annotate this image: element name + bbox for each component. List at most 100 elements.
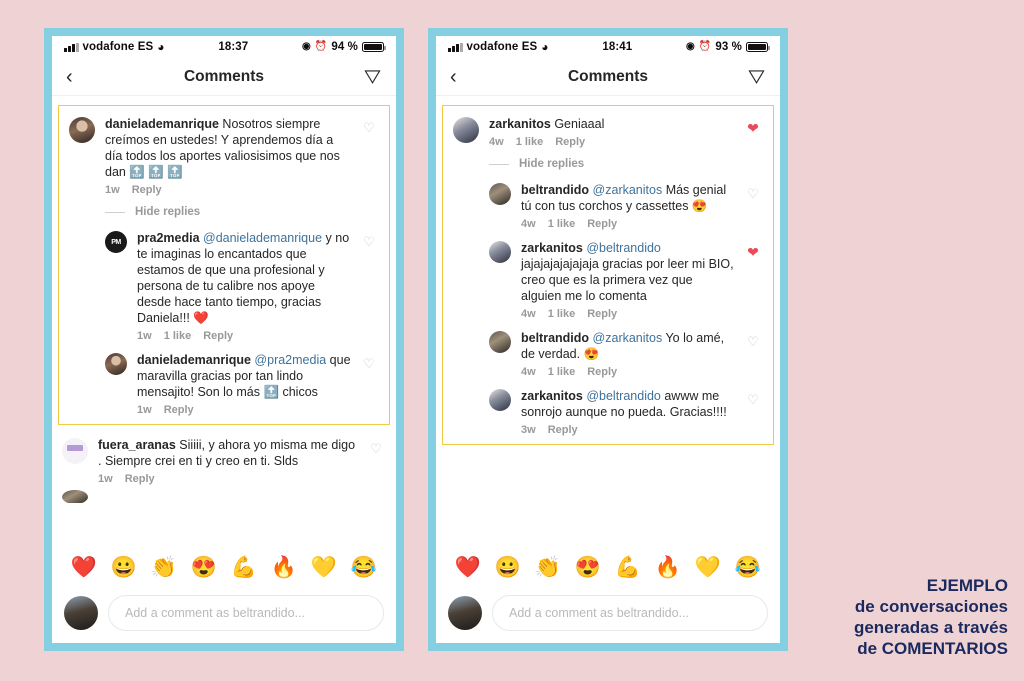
- comment-reply-button[interactable]: Reply: [164, 404, 194, 416]
- avatar[interactable]: [489, 389, 511, 411]
- hide-replies-label[interactable]: Hide replies: [135, 206, 200, 218]
- like-column[interactable]: ♡: [743, 388, 763, 406]
- avatar[interactable]: [489, 331, 511, 353]
- comment-reply-button[interactable]: Reply: [132, 184, 162, 196]
- hide-replies-toggle[interactable]: Hide replies: [443, 152, 773, 176]
- comment-mention[interactable]: @zarkanitos: [593, 331, 663, 345]
- comment-reply-button[interactable]: Reply: [587, 366, 617, 378]
- emoji-clapping-hands-icon[interactable]: 👏: [151, 556, 177, 580]
- chevron-left-icon[interactable]: ‹: [66, 67, 90, 87]
- comment-like-count[interactable]: 1 like: [548, 308, 576, 320]
- comment-mention[interactable]: @beltrandido: [586, 241, 661, 255]
- emoji-clapping-hands-icon[interactable]: 👏: [535, 556, 561, 580]
- comment-username[interactable]: danielademanrique: [137, 353, 251, 367]
- heart-outline-icon[interactable]: ♡: [747, 335, 759, 348]
- comment-item[interactable]: danielademanrique @pra2media que maravil…: [59, 346, 389, 420]
- heart-outline-icon[interactable]: ♡: [363, 235, 375, 248]
- emoji-heart-eyes-icon[interactable]: 😍: [575, 556, 601, 580]
- comment-username[interactable]: pra2media: [137, 231, 200, 245]
- avatar[interactable]: [62, 438, 88, 464]
- hide-replies-label[interactable]: Hide replies: [519, 158, 584, 170]
- heart-outline-icon[interactable]: ♡: [747, 393, 759, 406]
- comment-like-count[interactable]: 1 like: [548, 366, 576, 378]
- caption-line-2: de conversaciones: [854, 597, 1008, 616]
- comments-list[interactable]: danielademanrique Nosotros siempre creím…: [52, 96, 396, 547]
- comment-username[interactable]: danielademanrique: [105, 117, 219, 131]
- like-column[interactable]: ♡: [359, 116, 379, 134]
- comment-item[interactable]: zarkanitos @beltrandido awww me sonrojo …: [443, 382, 773, 440]
- avatar[interactable]: [489, 241, 511, 263]
- emoji-fire-icon[interactable]: 🔥: [655, 556, 681, 580]
- comment-item[interactable]: beltrandido @zarkanitos Yo lo amé, de ve…: [443, 324, 773, 382]
- quick-emoji-bar[interactable]: ❤️ 😀 👏 😍 💪 🔥 💛 😂: [436, 547, 780, 589]
- emoji-yellow-heart-icon[interactable]: 💛: [695, 556, 721, 580]
- comment-mention[interactable]: @danielademanrique: [203, 231, 322, 245]
- heart-outline-icon[interactable]: ♡: [363, 121, 375, 134]
- heart-outline-icon[interactable]: ♡: [747, 187, 759, 200]
- emoji-red-heart-icon[interactable]: ❤️: [71, 556, 97, 580]
- chevron-left-icon[interactable]: ‹: [450, 67, 474, 87]
- comment-like-count[interactable]: 1 like: [164, 330, 192, 342]
- heart-filled-icon[interactable]: ❤: [747, 245, 759, 259]
- comment-input[interactable]: Add a comment as beltrandido...: [108, 595, 384, 631]
- avatar[interactable]: [62, 490, 88, 503]
- avatar[interactable]: [69, 117, 95, 143]
- comment-reply-button[interactable]: Reply: [548, 424, 578, 436]
- like-column[interactable]: ❤: [743, 240, 763, 259]
- partially-visible-comment[interactable]: [52, 489, 396, 503]
- avatar[interactable]: [105, 231, 127, 253]
- emoji-grinning-face-icon[interactable]: 😀: [495, 556, 521, 580]
- comment-like-count[interactable]: 1 like: [516, 136, 544, 148]
- like-column[interactable]: ♡: [743, 330, 763, 348]
- emoji-red-heart-icon[interactable]: ❤️: [455, 556, 481, 580]
- comment-item[interactable]: beltrandido @zarkanitos Más genial tú co…: [443, 176, 773, 234]
- like-column[interactable]: ♡: [359, 230, 379, 248]
- emoji-flexed-biceps-icon[interactable]: 💪: [615, 556, 641, 580]
- avatar[interactable]: [105, 353, 127, 375]
- direct-message-icon[interactable]: [358, 67, 382, 86]
- avatar[interactable]: [489, 183, 511, 205]
- like-column[interactable]: ♡: [366, 437, 386, 455]
- emoji-flexed-biceps-icon[interactable]: 💪: [231, 556, 257, 580]
- emoji-heart-eyes-icon[interactable]: 😍: [191, 556, 217, 580]
- comment-username[interactable]: zarkanitos: [521, 389, 583, 403]
- comment-reply-button[interactable]: Reply: [587, 218, 617, 230]
- comment-username[interactable]: beltrandido: [521, 331, 589, 345]
- comment-item[interactable]: danielademanrique Nosotros siempre creím…: [59, 110, 389, 200]
- like-column[interactable]: ♡: [743, 182, 763, 200]
- comment-item[interactable]: fuera_aranas Siiiii, y ahora yo misma me…: [52, 431, 396, 489]
- comments-list[interactable]: zarkanitos Geniaaal 4w 1 like Reply ❤ Hi…: [436, 96, 780, 547]
- comment-username[interactable]: zarkanitos: [521, 241, 583, 255]
- heart-outline-icon[interactable]: ♡: [363, 357, 375, 370]
- like-column[interactable]: ♡: [359, 352, 379, 370]
- hide-replies-toggle[interactable]: Hide replies: [59, 200, 389, 224]
- like-column[interactable]: ❤: [743, 116, 763, 135]
- comment-item[interactable]: zarkanitos Geniaaal 4w 1 like Reply ❤: [443, 110, 773, 152]
- emoji-tears-of-joy-icon[interactable]: 😂: [351, 556, 377, 580]
- avatar[interactable]: [453, 117, 479, 143]
- comment-reply-button[interactable]: Reply: [125, 473, 155, 485]
- comment-mention[interactable]: @zarkanitos: [593, 183, 663, 197]
- comment-reply-button[interactable]: Reply: [555, 136, 585, 148]
- heart-filled-icon[interactable]: ❤: [747, 121, 759, 135]
- comment-like-count[interactable]: 1 like: [548, 218, 576, 230]
- emoji-grinning-face-icon[interactable]: 😀: [111, 556, 137, 580]
- emoji-fire-icon[interactable]: 🔥: [271, 556, 297, 580]
- direct-message-icon[interactable]: [742, 67, 766, 86]
- emoji-yellow-heart-icon[interactable]: 💛: [311, 556, 337, 580]
- comment-composer[interactable]: Add a comment as beltrandido...: [52, 589, 396, 643]
- comment-item[interactable]: zarkanitos @beltrandido jajajajajajajaja…: [443, 234, 773, 324]
- comment-item[interactable]: pra2media @danielademanrique y no te ima…: [59, 224, 389, 346]
- comment-username[interactable]: fuera_aranas: [98, 438, 176, 452]
- comment-reply-button[interactable]: Reply: [587, 308, 617, 320]
- quick-emoji-bar[interactable]: ❤️ 😀 👏 😍 💪 🔥 💛 😂: [52, 547, 396, 589]
- comment-reply-button[interactable]: Reply: [203, 330, 233, 342]
- comment-input[interactable]: Add a comment as beltrandido...: [492, 595, 768, 631]
- comment-mention[interactable]: @pra2media: [254, 353, 326, 367]
- comment-username[interactable]: zarkanitos: [489, 117, 551, 131]
- emoji-tears-of-joy-icon[interactable]: 😂: [735, 556, 761, 580]
- comment-mention[interactable]: @beltrandido: [586, 389, 661, 403]
- comment-username[interactable]: beltrandido: [521, 183, 589, 197]
- heart-outline-icon[interactable]: ♡: [370, 442, 382, 455]
- comment-composer[interactable]: Add a comment as beltrandido...: [436, 589, 780, 643]
